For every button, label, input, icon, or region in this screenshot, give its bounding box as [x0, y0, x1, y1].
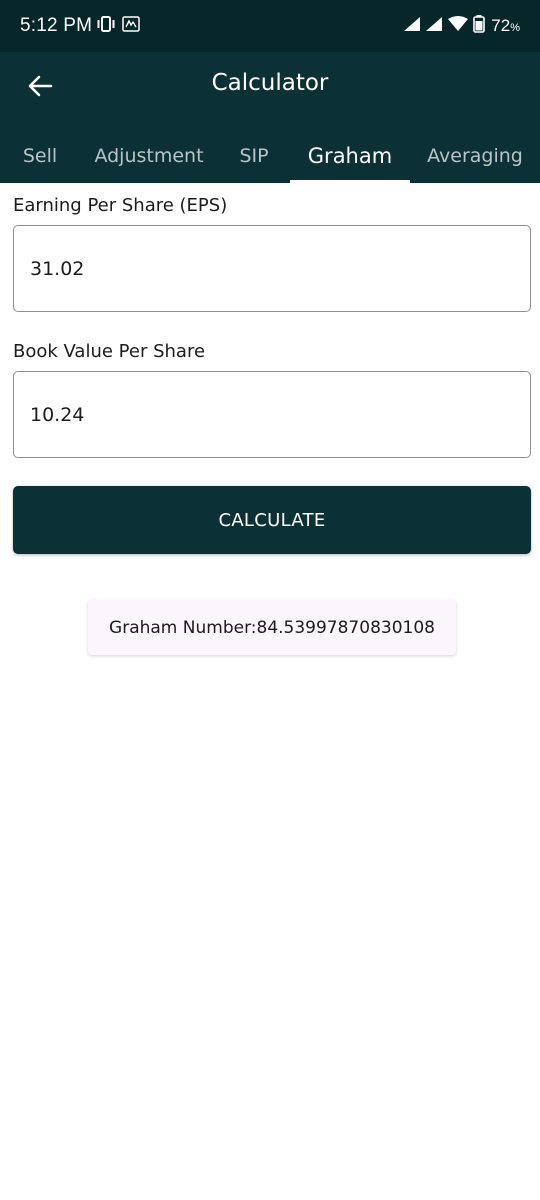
active-tab-indicator [290, 180, 410, 183]
tab-averaging[interactable]: Averaging [424, 128, 526, 183]
page-title: Calculator [211, 70, 329, 96]
result-card: Graham Number: 84.53997870830108 [88, 600, 456, 655]
eps-input[interactable] [13, 225, 531, 312]
result-value: 84.53997870830108 [256, 617, 435, 638]
tab-adjustment[interactable]: Adjustment [90, 128, 208, 183]
app-notification-icon [122, 15, 140, 38]
battery-icon [473, 14, 486, 38]
result-label: Graham Number: [109, 617, 257, 638]
eps-label: Earning Per Share (EPS) [13, 195, 228, 216]
tab-bar: Sell Adjustment SIP Graham Averaging [0, 128, 540, 183]
bvps-input[interactable] [13, 371, 531, 458]
calculate-button[interactable]: CALCULATE [13, 486, 531, 554]
vibrate-icon [96, 15, 116, 38]
bvps-label: Book Value Per Share [13, 341, 206, 362]
battery-unit: % [510, 22, 520, 34]
signal-icon-2 [425, 16, 443, 37]
tab-sell[interactable]: Sell [8, 128, 72, 183]
signal-icon [403, 16, 421, 37]
tab-graham[interactable]: Graham [290, 128, 410, 183]
wifi-icon [447, 15, 469, 37]
status-bar: 5:12 PM 72% [0, 0, 540, 52]
tab-sip[interactable]: SIP [226, 128, 282, 183]
app-bar: Calculator Sell Adjustment SIP Graham Av… [0, 52, 540, 183]
battery-percent: 72 [491, 16, 511, 35]
status-time: 5:12 PM [20, 15, 93, 36]
